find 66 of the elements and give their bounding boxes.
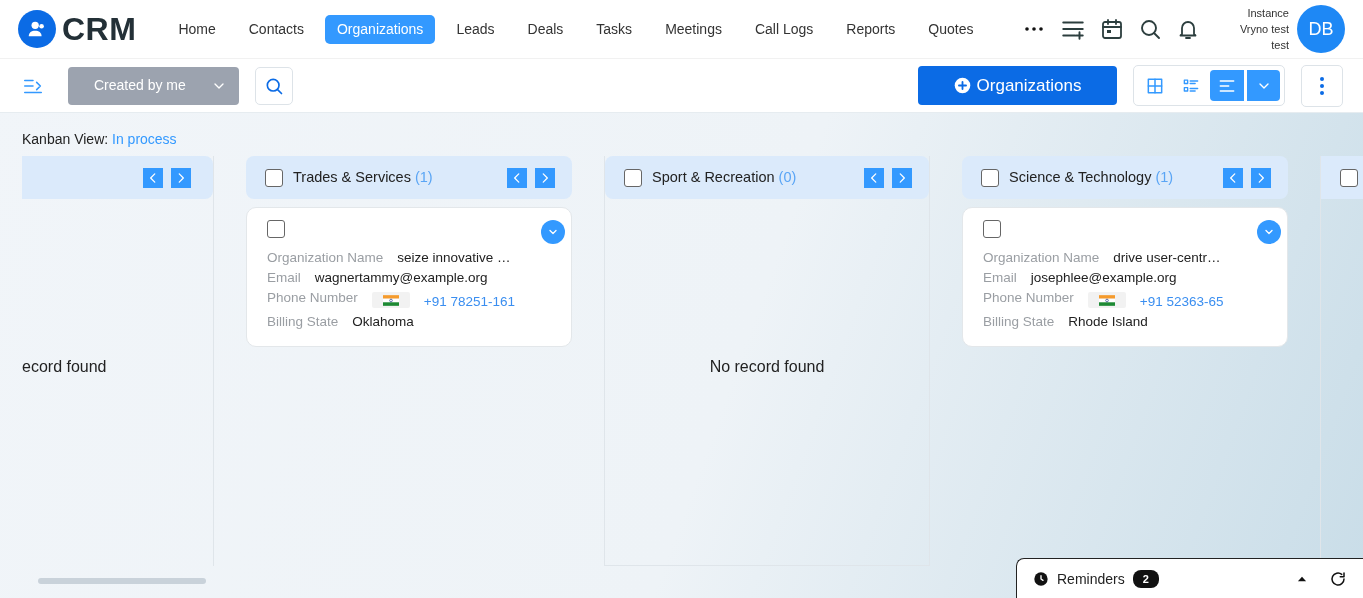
nav-tab[interactable]: Contacts — [236, 14, 316, 44]
user-name-text: Vryno test — [1239, 22, 1289, 37]
previous-button[interactable] — [1223, 167, 1243, 188]
view-button[interactable] — [1210, 70, 1244, 101]
view-label: Kanban View: — [22, 131, 110, 147]
view-status: In process — [112, 131, 177, 147]
view-dropdown-button[interactable] — [1246, 70, 1280, 101]
field-label: Organization Name — [983, 249, 1100, 267]
next-button[interactable] — [535, 167, 555, 188]
nav-tab[interactable]: Reports — [834, 14, 908, 44]
search-button[interactable] — [255, 66, 293, 105]
expand-button[interactable] — [541, 220, 565, 244]
field-value: josephlee@example.org — [1030, 269, 1177, 287]
field-label: Email — [983, 269, 1017, 287]
checkbox[interactable] — [624, 168, 642, 187]
user-name-text: Instance — [1246, 6, 1289, 21]
calendar-icon[interactable] — [1099, 17, 1124, 41]
reminders-count: 2 — [1132, 569, 1159, 589]
field-label: Email — [267, 269, 301, 287]
field-value: wagnertammy@example.org — [314, 269, 488, 287]
reminders-label: Reminders — [1057, 569, 1125, 589]
column-title: Sport & Recreation (0) — [652, 167, 798, 187]
refresh-icon[interactable] — [1329, 570, 1347, 588]
empty-message: No record found — [709, 357, 825, 377]
checkbox[interactable] — [267, 220, 285, 238]
expand-button[interactable] — [1257, 220, 1281, 244]
field-label: Billing State — [983, 313, 1055, 331]
previous-button[interactable] — [864, 167, 884, 188]
previous-button[interactable] — [507, 167, 527, 188]
field-label: Organization Name — [267, 249, 384, 267]
field-value: seize innovative … — [397, 249, 511, 267]
next-button[interactable] — [892, 167, 912, 188]
column-title: Trades & Services (1) — [293, 167, 434, 187]
flag-icon — [1087, 292, 1126, 308]
add-organization-button[interactable]: Organizations — [918, 66, 1117, 105]
previous-button[interactable] — [143, 167, 163, 188]
nav-tab[interactable]: Tasks — [584, 14, 645, 44]
more-button[interactable] — [1301, 64, 1343, 107]
checkbox[interactable] — [1340, 168, 1358, 187]
checkbox[interactable] — [983, 220, 1001, 238]
logo-text: CRM — [62, 10, 137, 49]
logo-icon — [18, 10, 56, 48]
field-value: Rhode Island — [1068, 313, 1148, 331]
user-avatar[interactable]: DB — [1297, 5, 1345, 53]
field-value: drive user-centr… — [1113, 249, 1221, 267]
flag-icon — [371, 292, 410, 308]
column-title: Science & Technology (1) — [1009, 167, 1175, 187]
nav-tab[interactable]: Leads — [444, 14, 507, 44]
plus-circle-icon — [953, 77, 971, 94]
empty-message: ecord found — [22, 357, 107, 377]
next-button[interactable] — [1251, 167, 1271, 188]
field-label: Billing State — [267, 313, 339, 331]
nav-tab[interactable]: Meetings — [653, 14, 734, 44]
clock-icon — [1033, 571, 1049, 587]
nav-tab[interactable]: Call Logs — [742, 14, 826, 44]
field-label: Phone Number — [983, 289, 1074, 307]
field-label: Phone Number — [267, 289, 358, 307]
field-value: Oklahoma — [352, 313, 414, 331]
checkbox[interactable] — [981, 168, 999, 187]
nav-tab[interactable]: Home — [166, 14, 228, 44]
next-button[interactable] — [171, 167, 191, 188]
nav-tab[interactable]: Deals — [515, 14, 576, 44]
user-name-text: test — [1270, 38, 1289, 53]
checkbox[interactable] — [265, 168, 283, 187]
nav-tab[interactable]: Quotes — [916, 14, 986, 44]
kebab-icon — [1320, 76, 1324, 95]
